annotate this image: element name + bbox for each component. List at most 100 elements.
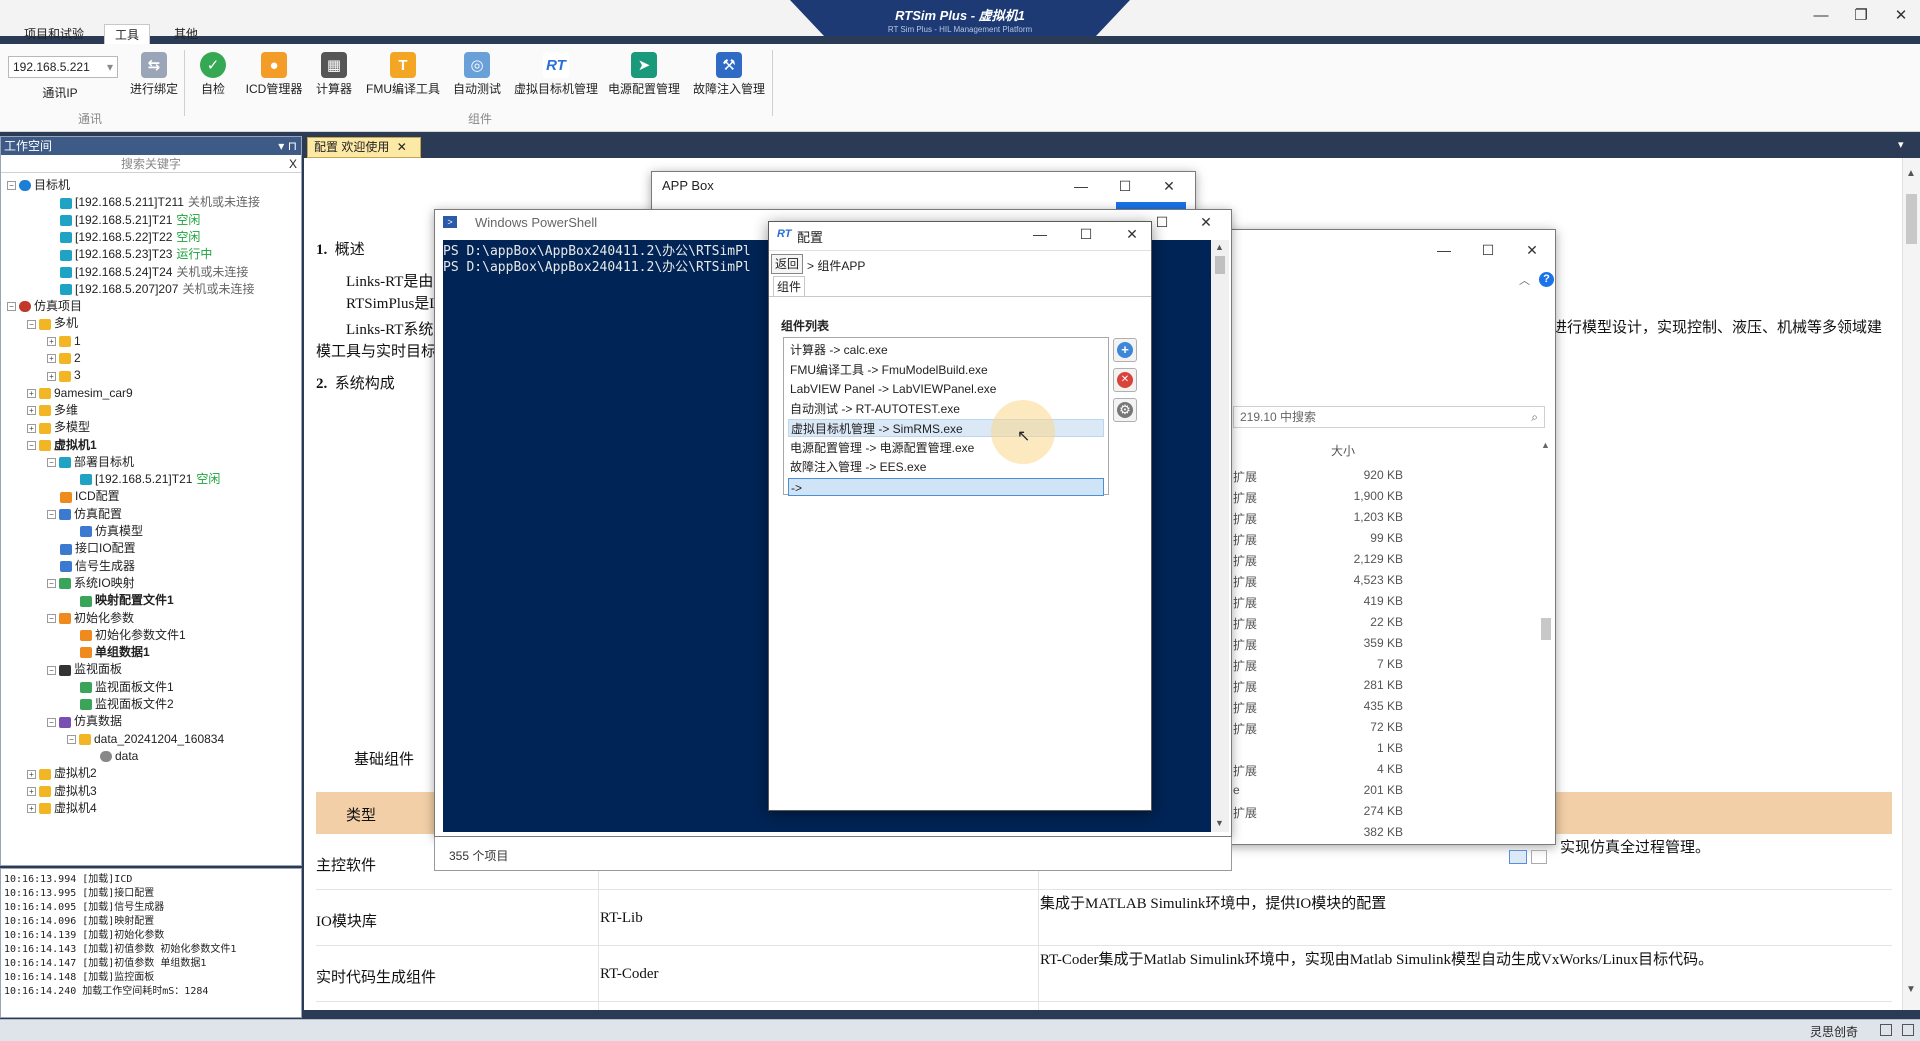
explorer-close-button[interactable]: ✕ <box>1519 240 1545 260</box>
collapse-icon[interactable]: − <box>47 458 56 468</box>
scroll-up-icon[interactable]: ▲ <box>1215 242 1224 252</box>
config-maximize-button[interactable]: ☐ <box>1073 224 1099 244</box>
tree-item[interactable]: [192.168.5.23]T23 运行中 <box>47 246 212 263</box>
power-config-button[interactable]: ➤ 电源配置管理 <box>606 52 682 102</box>
tab-components[interactable]: 组件 <box>773 276 805 296</box>
collapse-icon[interactable]: − <box>67 734 76 744</box>
powershell-maximize-button[interactable]: ☐ <box>1149 212 1175 232</box>
tree-item[interactable]: + 多模型 <box>27 419 90 436</box>
tree-item[interactable]: − 仿真配置 <box>47 506 122 523</box>
tree-item[interactable]: 单组数据1 <box>67 644 150 661</box>
file-row[interactable]: 扩展 1,203 KB <box>1233 508 1533 528</box>
component-list-item[interactable]: 电源配置管理 -> 电源配置管理.exe <box>788 439 1104 457</box>
tree-item[interactable]: [192.168.5.21]T21 空闲 <box>47 212 200 229</box>
settings-component-button[interactable]: ⚙ <box>1113 398 1137 422</box>
back-button[interactable]: 返回 <box>771 254 804 274</box>
component-list-item[interactable]: 虚拟目标机管理 -> SimRMS.exe <box>788 419 1104 437</box>
collapse-icon[interactable]: − <box>47 717 56 727</box>
file-row[interactable]: 扩展 2,129 KB <box>1233 550 1533 570</box>
status-icon[interactable] <box>1902 1024 1914 1036</box>
tree-item[interactable]: − data_20241204_160834 <box>67 731 224 748</box>
tree-item[interactable]: 监视面板文件1 <box>67 679 174 696</box>
ps-scrollbar-track[interactable]: ▲ ▼ <box>1211 240 1229 832</box>
minimize-button[interactable]: — <box>1806 5 1836 27</box>
file-row[interactable]: 扩展 4,523 KB <box>1233 571 1533 591</box>
explorer-scrollbar[interactable]: ▲ <box>1541 440 1555 840</box>
scroll-thumb[interactable] <box>1215 256 1225 274</box>
status-icon[interactable] <box>1880 1024 1892 1036</box>
explorer-minimize-button[interactable]: — <box>1431 240 1457 260</box>
appbox-minimize-button[interactable]: — <box>1068 176 1094 196</box>
expand-icon[interactable]: + <box>27 786 36 796</box>
tree-item[interactable]: − 初始化参数 <box>47 610 134 627</box>
collapse-icon[interactable]: − <box>7 302 16 312</box>
tree-item[interactable]: − 部署目标机 <box>47 454 134 471</box>
file-row[interactable]: e 201 KB <box>1233 781 1533 801</box>
tree-item[interactable]: [192.168.5.22]T22 空闲 <box>47 229 200 246</box>
config-close-button[interactable]: ✕ <box>1119 224 1145 244</box>
tree-item[interactable]: data <box>87 748 138 765</box>
icd-manager-button[interactable]: ● ICD管理器 <box>242 52 306 102</box>
expand-icon[interactable]: + <box>47 354 56 364</box>
pin-icon[interactable]: ▾ ⊓ <box>278 137 297 155</box>
collapse-icon[interactable]: − <box>27 440 36 450</box>
tab-project[interactable]: 项目和试验 <box>14 24 94 44</box>
file-row[interactable]: 扩展 7 KB <box>1233 655 1533 675</box>
collapse-icon[interactable]: − <box>27 319 36 329</box>
fault-inject-button[interactable]: ⚒ 故障注入管理 <box>690 52 768 102</box>
expand-icon[interactable]: + <box>27 804 36 814</box>
calculator-button[interactable]: ▦ 计算器 <box>312 52 356 102</box>
tree-item[interactable]: [192.168.5.207]207 关机或未连接 <box>47 281 254 298</box>
tree-item[interactable]: [192.168.5.21]T21 空闲 <box>67 471 220 488</box>
tree-item[interactable]: + 虚拟机4 <box>27 800 97 817</box>
explorer-search-input[interactable]: 219.10 中搜索 ⌕ <box>1233 406 1545 428</box>
add-component-button[interactable]: + <box>1113 338 1137 362</box>
clear-search-icon[interactable]: X <box>289 155 297 173</box>
tree-item[interactable]: − 监视面板 <box>47 661 122 678</box>
scroll-down-icon[interactable]: ▼ <box>1906 984 1916 995</box>
file-row[interactable]: 扩展 4 KB <box>1233 760 1533 780</box>
explorer-maximize-button[interactable]: ☐ <box>1475 240 1501 260</box>
tree-item[interactable]: 信号生成器 <box>47 558 135 575</box>
component-list-item[interactable]: LabVIEW Panel -> LabVIEWPanel.exe <box>788 380 1104 398</box>
file-row[interactable]: 扩展 1,900 KB <box>1233 487 1533 507</box>
expand-icon[interactable]: + <box>27 769 36 779</box>
scroll-thumb[interactable] <box>1906 194 1917 244</box>
tree-item[interactable]: + 虚拟机2 <box>27 765 97 782</box>
ip-select[interactable]: 192.168.5.221 ▾ <box>8 56 118 78</box>
tree-item[interactable]: − 虚拟机1 <box>27 437 97 454</box>
collapse-icon[interactable]: − <box>7 181 16 191</box>
tree-item[interactable]: − 多机 <box>27 315 78 332</box>
powershell-close-button[interactable]: ✕ <box>1193 212 1219 232</box>
collapse-icon[interactable]: − <box>47 510 56 520</box>
col-size-header[interactable]: 大小 <box>1331 442 1355 459</box>
tree-item[interactable]: − 目标机 <box>7 177 70 194</box>
tree-item[interactable]: [192.168.5.211]T211 关机或未连接 <box>47 194 260 211</box>
collapse-ribbon-icon[interactable]: ︿ <box>1519 272 1530 288</box>
tree-item[interactable]: − 仿真项目 <box>7 298 82 315</box>
tree-item[interactable]: 初始化参数文件1 <box>67 627 186 644</box>
fmu-tool-button[interactable]: T FMU编译工具 <box>364 52 442 102</box>
tab-menu-icon[interactable]: ▾ <box>1898 138 1904 151</box>
file-row[interactable]: 扩展 920 KB <box>1233 466 1533 486</box>
file-row[interactable]: 扩展 274 KB <box>1233 802 1533 822</box>
tree-item[interactable]: [192.168.5.24]T24 关机或未连接 <box>47 264 248 281</box>
tab-close-icon[interactable]: ✕ <box>397 140 407 154</box>
tree-item[interactable]: +2 <box>47 350 81 367</box>
file-row[interactable]: 扩展 281 KB <box>1233 676 1533 696</box>
component-list-item[interactable]: -> <box>788 477 1104 496</box>
scroll-thumb[interactable] <box>1541 618 1551 640</box>
tree-item[interactable]: +9amesim_car9 <box>27 385 133 402</box>
component-list-item[interactable]: 故障注入管理 -> EES.exe <box>788 458 1104 476</box>
component-list-item[interactable]: 计算器 -> calc.exe <box>788 341 1104 359</box>
workspace-search-input[interactable]: 搜索关键字 X <box>1 155 301 173</box>
tree-item[interactable]: 映射配置文件1 <box>67 592 174 609</box>
restore-button[interactable]: ❐ <box>1846 5 1876 27</box>
virtual-target-button[interactable]: RT 虚拟目标机管理 <box>512 52 600 102</box>
tab-tools[interactable]: 工具 <box>104 24 151 44</box>
appbox-maximize-button[interactable]: ☐ <box>1112 176 1138 196</box>
close-button[interactable]: ✕ <box>1886 5 1916 27</box>
tree-item[interactable]: 监视面板文件2 <box>67 696 174 713</box>
tree-item[interactable]: + 多维 <box>27 402 78 419</box>
config-minimize-button[interactable]: — <box>1027 224 1053 244</box>
